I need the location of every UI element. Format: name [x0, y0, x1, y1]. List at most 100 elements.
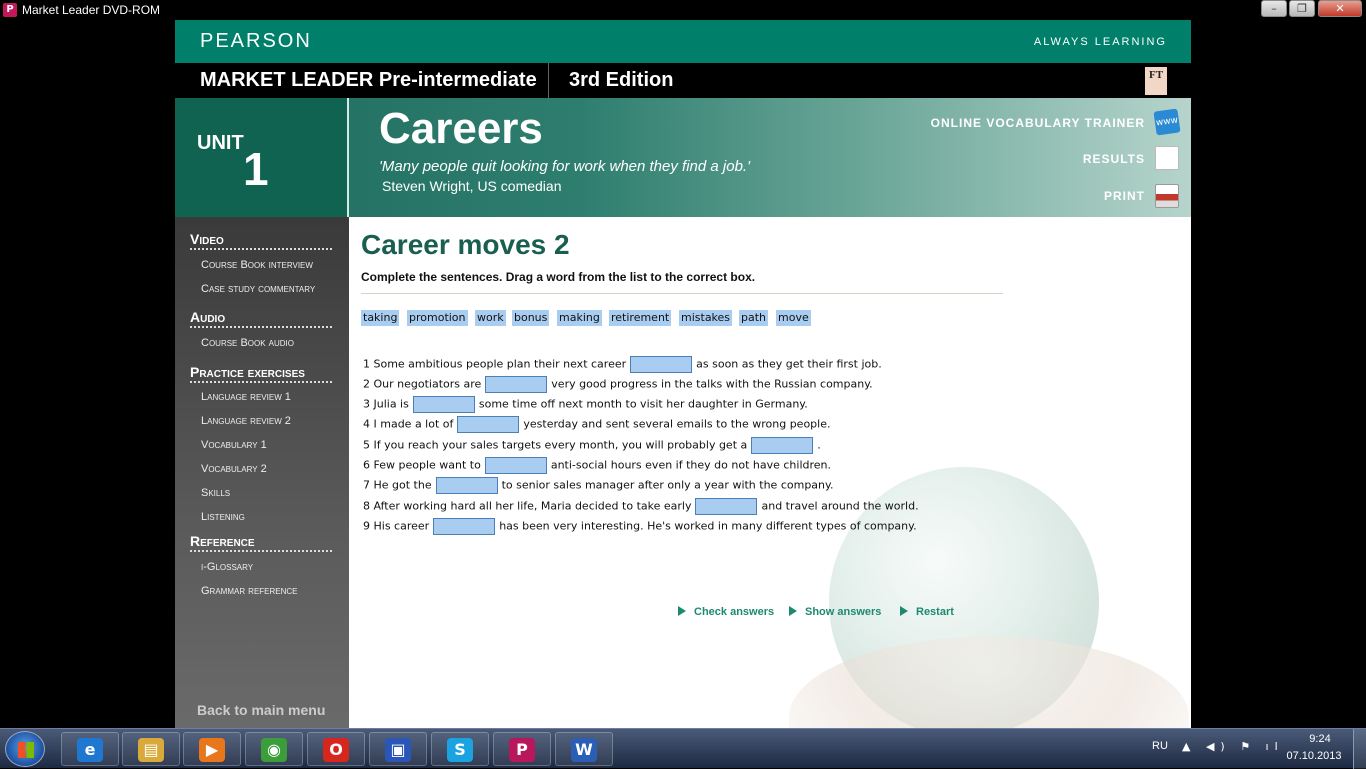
chrome-icon: ◉ — [261, 738, 287, 762]
language-indicator[interactable]: RU — [1152, 740, 1168, 752]
sentence-text: to senior sales manager after only a yea… — [501, 478, 834, 492]
taskbar-app-opera[interactable]: O — [307, 732, 365, 766]
maximize-button[interactable]: ❐ — [1289, 0, 1315, 17]
brand-bar: PEARSON ALWAYS LEARNING — [175, 20, 1191, 63]
clock-time[interactable]: 9:24 — [1300, 733, 1340, 745]
taskbar-app-skype[interactable]: S — [431, 732, 489, 766]
sentence-row: 8 After working hard all her life, Maria… — [363, 498, 919, 515]
sentence-text: 6 Few people want to — [363, 458, 481, 472]
course-edition: 3rd Edition — [569, 69, 674, 91]
pearson-icon: P — [509, 738, 535, 762]
ft-logo: FT — [1145, 67, 1167, 95]
drop-box[interactable] — [433, 518, 496, 535]
sentence-row: 9 His career has been very interesting. H… — [363, 518, 917, 535]
sentence-text: 4 I made a lot of — [363, 417, 454, 431]
course-name: MARKET LEADER Pre-intermediate — [200, 69, 537, 91]
sidebar-item-language-review-2[interactable]: Language review 2 — [201, 415, 291, 427]
drop-box[interactable] — [484, 457, 547, 474]
window-titlebar: P Market Leader DVD-ROM – ❐ ✕ — [0, 0, 1366, 20]
sentence-text: anti-social hours even if they do not ha… — [550, 458, 831, 472]
unit-number: 1 — [243, 143, 269, 195]
sidebar-item-grammar-reference[interactable]: Grammar reference — [201, 585, 298, 597]
clock-date[interactable]: 07.10.2013 — [1284, 750, 1344, 762]
play-arrow-icon — [900, 606, 908, 616]
divider — [361, 293, 1003, 294]
drop-box[interactable] — [435, 477, 498, 494]
draggable-word[interactable]: mistakes — [679, 310, 733, 326]
taskbar-app-save[interactable]: ▣ — [369, 732, 427, 766]
unit-label: UNIT — [197, 132, 244, 154]
sidebar-item-vocabulary-1[interactable]: Vocabulary 1 — [201, 439, 267, 451]
sentence-text: 5 If you reach your sales targets every … — [363, 438, 748, 452]
sidebar-item-vocabulary-2[interactable]: Vocabulary 2 — [201, 463, 267, 475]
brand-tagline: ALWAYS LEARNING — [1033, 36, 1167, 48]
drop-box[interactable] — [457, 416, 520, 433]
sidebar-item-course-book-audio[interactable]: Course Book audio — [201, 337, 294, 349]
app-window: PEARSON ALWAYS LEARNING MARKET LEADER Pr… — [175, 20, 1191, 728]
window-title: Market Leader DVD-ROM — [22, 3, 161, 17]
taskbar-app-explorer[interactable]: ▤ — [122, 732, 180, 766]
document-icon[interactable] — [1155, 146, 1179, 170]
unit-title: Careers — [379, 104, 543, 153]
sentence-text: 1 Some ambitious people plan their next … — [363, 357, 627, 371]
play-arrow-icon — [678, 606, 686, 616]
minimize-button[interactable]: – — [1261, 0, 1287, 17]
show-answers-button[interactable]: Show answers — [789, 606, 881, 618]
sidebar: Video Course Book interview Case study c… — [175, 217, 349, 728]
sidebar-item-course-book-interview[interactable]: Course Book interview — [201, 259, 313, 271]
taskbar-app-internet-explorer[interactable]: e — [61, 732, 119, 766]
vocabulary-trainer-icon[interactable]: www — [1153, 108, 1181, 136]
taskbar-app-media-player[interactable]: ▶ — [183, 732, 241, 766]
skype-icon: S — [447, 738, 473, 762]
draggable-word[interactable]: taking — [361, 310, 400, 326]
taskbar-app-word[interactable]: W — [555, 732, 613, 766]
sidebar-section-practice: Practice exercises — [190, 364, 332, 383]
draggable-word[interactable]: work — [475, 310, 506, 326]
sidebar-item-case-study-commentary[interactable]: Case study commentary — [201, 283, 315, 295]
draggable-word[interactable]: move — [776, 310, 811, 326]
sidebar-item-skills[interactable]: Skills — [201, 487, 230, 499]
restart-button[interactable]: Restart — [900, 606, 954, 618]
sentence-row: 2 Our negotiators are very good progress … — [363, 376, 873, 393]
drop-box[interactable] — [412, 396, 475, 413]
online-vocabulary-trainer-link[interactable]: ONLINE VOCABULARY TRAINER — [931, 116, 1145, 130]
close-button[interactable]: ✕ — [1318, 0, 1362, 17]
floppy-disk-icon: ▣ — [385, 738, 411, 762]
taskbar-app-chrome[interactable]: ◉ — [245, 732, 303, 766]
back-to-main-menu-link[interactable]: Back to main menu — [197, 702, 325, 718]
draggable-word[interactable]: retirement — [609, 310, 672, 326]
taskbar: e ▤ ▶ ◉ O ▣ S P W RU ▲ ◀) ⚑ ıl 9:24 07.1… — [0, 728, 1366, 769]
sentence-row: 3 Julia is some time off next month to vi… — [363, 396, 808, 413]
sentence-text: . — [817, 438, 821, 452]
draggable-word[interactable]: bonus — [512, 310, 550, 326]
sidebar-item-language-review-1[interactable]: Language review 1 — [201, 391, 291, 403]
check-answers-button[interactable]: Check answers — [678, 606, 774, 618]
sentence-text: 8 After working hard all her life, Maria… — [363, 499, 692, 513]
sentence-row: 7 He got the to senior sales manager afte… — [363, 477, 833, 494]
sidebar-item-listening[interactable]: Listening — [201, 511, 245, 523]
drop-box[interactable] — [751, 437, 814, 454]
sentence-text: very good progress in the talks with the… — [551, 377, 873, 391]
draggable-word[interactable]: making — [557, 310, 602, 326]
sentence-row: 6 Few people want to anti-social hours ev… — [363, 457, 831, 474]
draggable-word[interactable]: promotion — [407, 310, 468, 326]
draggable-word[interactable]: path — [739, 310, 769, 326]
drop-box[interactable] — [485, 376, 548, 393]
word-icon: W — [571, 738, 597, 762]
windows-logo-icon — [18, 742, 34, 758]
app-icon: P — [3, 3, 17, 17]
sentence-text: yesterday and sent several emails to the… — [523, 417, 831, 431]
show-desktop-button[interactable] — [1353, 729, 1366, 769]
system-tray-icons[interactable]: ▲ ◀) ⚑ ıl — [1182, 740, 1284, 753]
start-button[interactable] — [5, 731, 45, 767]
sidebar-section-reference: Reference — [190, 533, 332, 552]
drop-box[interactable] — [695, 498, 758, 515]
sentence-row: 5 If you reach your sales targets every … — [363, 437, 821, 454]
taskbar-app-market-leader[interactable]: P — [493, 732, 551, 766]
printer-icon[interactable] — [1155, 184, 1179, 208]
results-link[interactable]: RESULTS — [1083, 152, 1145, 166]
sidebar-item-i-glossary[interactable]: i-Glossary — [201, 561, 253, 573]
drop-box[interactable] — [630, 356, 693, 373]
sentence-text: 7 He got the — [363, 478, 432, 492]
print-link[interactable]: PRINT — [1104, 189, 1145, 203]
